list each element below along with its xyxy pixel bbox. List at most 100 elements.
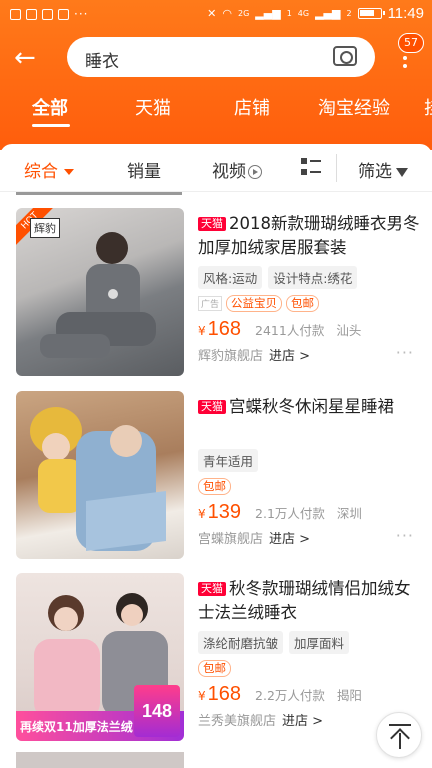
battery-icon xyxy=(357,8,385,19)
sort-comprehensive[interactable]: 综合 xyxy=(24,157,74,182)
sold-count: 2.1万人付款 xyxy=(255,506,325,521)
sort-divider xyxy=(336,154,337,182)
product-tags: 风格:运动 设计特点:绣花 xyxy=(198,266,420,289)
sim-a-label: 1 xyxy=(286,9,292,18)
shop-row: 辉豹旗舰店 进店 > ··· xyxy=(198,343,420,364)
tab-shops[interactable]: 店铺 xyxy=(234,94,270,120)
status-bar: ··· ✕ ◠ 2G ▂▄▆ 1 4G ▂▄▆ 2 11:49 xyxy=(0,0,432,30)
play-icon xyxy=(248,165,262,179)
product-card[interactable]: 再续双11加厚法兰绒 148 天猫 秋冬款珊瑚绒情侣加绒女士法兰绒睡衣 涤纶耐磨抗… xyxy=(0,573,432,749)
product-price: 139 xyxy=(207,501,242,523)
tab-tmall[interactable]: 天猫 xyxy=(135,94,171,120)
product-card[interactable]: 天猫 宫蝶秋冬休闲星星睡裙 青年适用 包邮 ¥ 139 2.1万人付款 深圳 宫蝶… xyxy=(0,391,432,567)
clock: 11:49 xyxy=(387,5,424,22)
more-options-icon[interactable]: ··· xyxy=(396,526,414,545)
filter-label: 筛选 xyxy=(358,162,392,182)
image-icon xyxy=(58,8,69,20)
signal-a-label: 2G xyxy=(238,9,250,18)
ship-location: 揭阳 xyxy=(336,688,362,703)
currency-symbol: ¥ xyxy=(198,324,206,338)
product-info: 天猫 秋冬款珊瑚绒情侣加绒女士法兰绒睡衣 涤纶耐磨抗皱 加厚面料 包邮 ¥ 168… xyxy=(198,577,420,729)
price-row: ¥ 168 2.2万人付款 揭阳 xyxy=(198,683,420,706)
next-item-edge xyxy=(0,752,432,768)
calendar-icon xyxy=(42,8,53,20)
gallery-icon xyxy=(10,8,21,20)
enter-shop-link[interactable]: 进店 > xyxy=(269,349,310,364)
charity-tag: 公益宝贝 xyxy=(226,295,283,312)
signal-b-icon: ▂▄▆ xyxy=(315,7,341,20)
brand-logo: 辉豹 xyxy=(30,218,60,238)
result-tabs: 全部 天猫 店铺 淘宝经验 挂 xyxy=(0,88,432,130)
more-options-icon[interactable]: ··· xyxy=(396,343,414,362)
tab-more[interactable]: 挂 xyxy=(424,94,432,120)
enter-shop-link[interactable]: 进店 > xyxy=(269,532,310,547)
sort-video-label: 视频 xyxy=(212,162,246,182)
free-shipping-tag: 包邮 xyxy=(198,478,231,495)
search-results-page: ··· ✕ ◠ 2G ▂▄▆ 1 4G ▂▄▆ 2 11:49 ← 睡衣 57 … xyxy=(0,0,432,768)
product-tag: 风格:运动 xyxy=(198,266,263,289)
notification-icon xyxy=(26,8,37,20)
message-badge[interactable]: 57 xyxy=(398,33,424,53)
search-query: 睡衣 xyxy=(85,52,119,72)
signal-b-label: 4G xyxy=(297,9,310,18)
currency-symbol: ¥ xyxy=(198,507,206,521)
product-tag: 加厚面料 xyxy=(289,631,350,654)
signal-a-icon: ▂▄▆ xyxy=(255,7,281,20)
product-tag: 设计特点:绣花 xyxy=(268,266,358,289)
product-title-text: 2018新款珊瑚绒睡衣男冬加厚加绒家居服套装 xyxy=(198,214,420,257)
product-title[interactable]: 天猫 2018新款珊瑚绒睡衣男冬加厚加绒家居服套装 xyxy=(198,212,420,260)
product-tags: 青年适用 xyxy=(198,449,420,472)
back-to-top-button[interactable] xyxy=(376,712,422,758)
sort-sales[interactable]: 销量 xyxy=(127,157,161,182)
currency-symbol: ¥ xyxy=(198,689,206,703)
ad-label: 广告 xyxy=(198,296,223,311)
ship-location: 汕头 xyxy=(336,323,362,338)
tab-all[interactable]: 全部 xyxy=(32,94,68,120)
active-tab-indicator xyxy=(32,124,70,127)
price-row: ¥ 168 2411人付款 汕头 xyxy=(198,318,420,341)
banner-price: 148 xyxy=(134,685,180,737)
product-title[interactable]: 天猫 秋冬款珊瑚绒情侣加绒女士法兰绒睡衣 xyxy=(198,577,420,625)
sort-comprehensive-label: 综合 xyxy=(24,162,58,182)
price-row: ¥ 139 2.1万人付款 深圳 xyxy=(198,501,420,524)
more-notifications: ··· xyxy=(74,7,89,21)
filter-icon xyxy=(396,167,408,177)
shop-name: 辉豹旗舰店 xyxy=(198,349,264,364)
product-tags: 涤纶耐磨抗皱 加厚面料 xyxy=(198,631,420,654)
product-info: 天猫 2018新款珊瑚绒睡衣男冬加厚加绒家居服套装 风格:运动 设计特点:绣花 广… xyxy=(198,212,420,364)
nightgown-photo-illustration xyxy=(30,407,166,551)
filter-button[interactable]: 筛选 xyxy=(358,157,408,182)
sort-bar: 综合 销量 视频 筛选 xyxy=(0,144,432,192)
product-title[interactable]: 天猫 宫蝶秋冬休闲星星睡裙 xyxy=(198,395,420,419)
product-title-text: 秋冬款珊瑚绒情侣加绒女士法兰绒睡衣 xyxy=(198,579,411,622)
shop-row: 宫蝶旗舰店 进店 > ··· xyxy=(198,526,420,547)
product-title-text: 宫蝶秋冬休闲星星睡裙 xyxy=(229,397,394,416)
search-input[interactable]: 睡衣 xyxy=(67,37,375,77)
list-view-icon[interactable] xyxy=(301,157,321,177)
shop-name: 宫蝶旗舰店 xyxy=(198,532,264,547)
promo-tags: 广告 公益宝贝 包邮 xyxy=(198,295,420,312)
product-card[interactable]: HOT 辉豹 天猫2018新款珊瑚绒睡衣男冬加厚加绒家居服套装 风格:运动 设计… xyxy=(0,208,432,384)
sold-count: 2.2万人付款 xyxy=(255,688,325,703)
promo-tags: 包邮 xyxy=(198,478,420,495)
caret-down-icon xyxy=(64,169,74,175)
tab-experience[interactable]: 淘宝经验 xyxy=(318,94,390,120)
tmall-badge: 天猫 xyxy=(198,400,226,414)
ship-location: 深圳 xyxy=(336,506,362,521)
product-info: 天猫 宫蝶秋冬休闲星星睡裙 青年适用 包邮 ¥ 139 2.1万人付款 深圳 宫蝶… xyxy=(198,395,420,547)
product-image[interactable]: HOT 辉豹 xyxy=(16,208,184,376)
promo-tags: 包邮 xyxy=(198,660,420,677)
product-tag: 青年适用 xyxy=(198,449,259,472)
product-image[interactable] xyxy=(16,391,184,559)
sim-b-label: 2 xyxy=(346,9,352,18)
banner-text: 再续双11加厚法兰绒 xyxy=(20,720,133,734)
product-price: 168 xyxy=(207,683,242,705)
tmall-badge: 天猫 xyxy=(198,217,226,231)
back-arrow-icon[interactable]: ← xyxy=(14,42,50,74)
product-image[interactable]: 再续双11加厚法兰绒 148 xyxy=(16,573,184,741)
camera-icon[interactable] xyxy=(333,46,357,66)
enter-shop-link[interactable]: 进店 > xyxy=(282,714,323,729)
sort-video[interactable]: 视频 xyxy=(212,157,262,182)
tmall-badge: 天猫 xyxy=(198,582,226,596)
product-price: 168 xyxy=(207,318,242,340)
